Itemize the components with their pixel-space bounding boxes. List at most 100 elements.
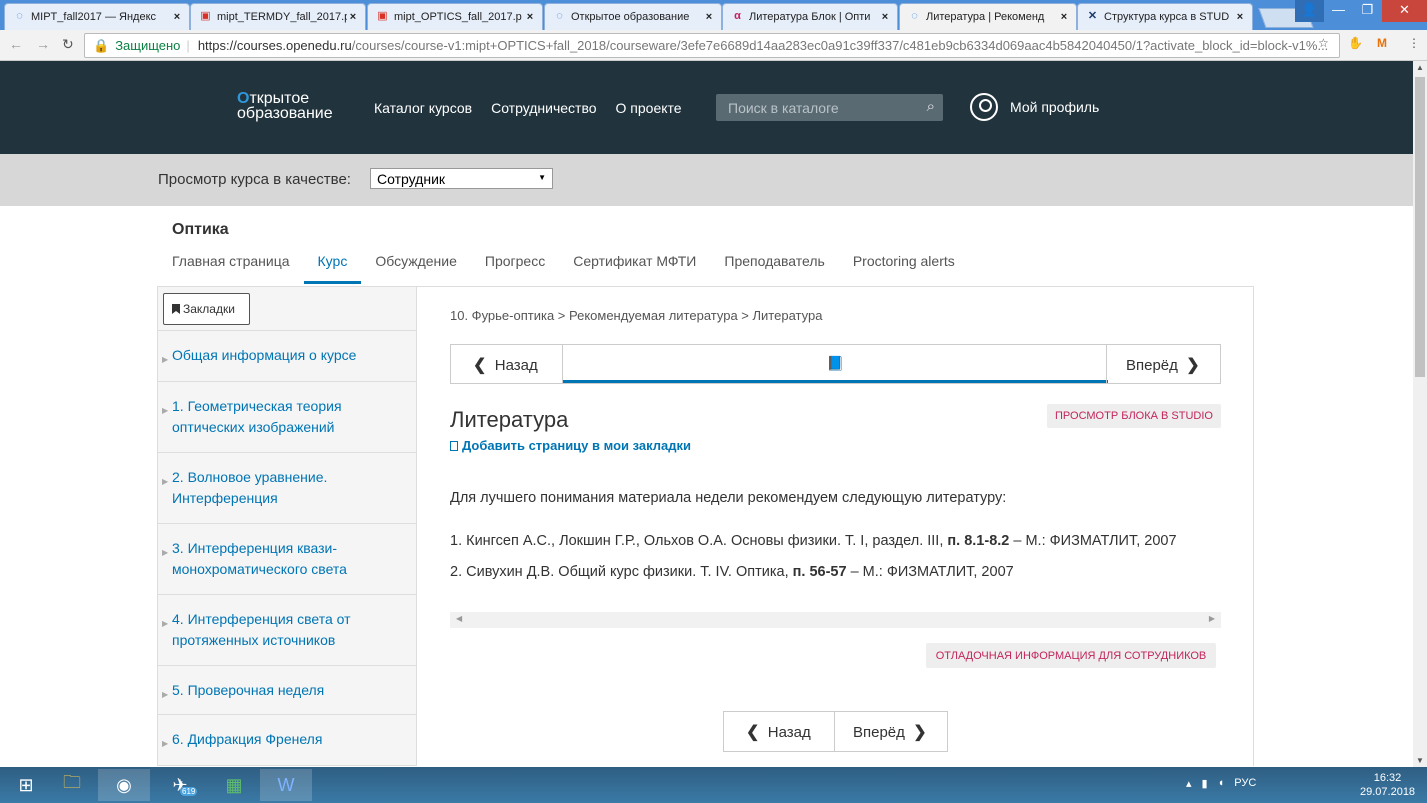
menu-icon[interactable]: ⋮ xyxy=(1408,36,1420,50)
bookmarks-button[interactable]: Закладки xyxy=(163,293,250,325)
tab-certificate[interactable]: Сертификат МФТИ xyxy=(573,253,696,284)
maximize-button[interactable]: ❐ xyxy=(1353,0,1382,22)
tab-home[interactable]: Главная страница xyxy=(172,253,290,284)
nav-cooperation[interactable]: Сотрудничество xyxy=(491,100,596,116)
tab-proctoring[interactable]: Proctoring alerts xyxy=(853,253,955,284)
url-host: https://courses.openedu.ru xyxy=(197,38,352,53)
window-controls: 👤 — ❐ ✕ xyxy=(1295,0,1427,22)
nav-catalog[interactable]: Каталог курсов xyxy=(374,100,472,116)
tab-discussion[interactable]: Обсуждение xyxy=(375,253,457,284)
sequence-unit-tab[interactable]: 📘 xyxy=(563,345,1108,383)
search-input[interactable]: Поиск в каталоге ⌕ xyxy=(716,94,943,121)
browser-tab[interactable]: ✕ Структура курса в STUD × xyxy=(1077,3,1253,30)
chevron-right-icon: ❯ xyxy=(1186,357,1200,374)
scroll-right-icon[interactable]: ▶ xyxy=(1209,614,1215,623)
scroll-left-icon[interactable]: ◀ xyxy=(456,614,462,623)
bottom-next-button[interactable]: Вперёд ❯ xyxy=(835,712,947,751)
add-bookmark-link[interactable]: Добавить страницу в мои закладки xyxy=(450,438,691,453)
page-scrollbar[interactable]: ▲ ▼ xyxy=(1413,61,1427,767)
bottom-prev-button[interactable]: ❮ Назад xyxy=(724,712,835,751)
chevron-right-icon: ❯ xyxy=(913,724,927,741)
star-icon[interactable]: ☆ xyxy=(1318,36,1329,50)
chrome-icon[interactable]: ◉ xyxy=(98,769,150,801)
close-icon[interactable]: × xyxy=(1234,11,1246,23)
chevron-down-icon: ▼ xyxy=(538,173,546,182)
caret-right-icon: ▶ xyxy=(162,690,169,699)
minimize-button[interactable]: — xyxy=(1324,0,1353,22)
avatar-icon xyxy=(970,93,998,121)
course-sidebar: Закладки ▶ Общая информация о курсе ▶ 1.… xyxy=(157,286,417,766)
tab-instructor[interactable]: Преподаватель xyxy=(724,253,824,284)
chevron-left-icon: ❮ xyxy=(473,357,487,374)
tab-progress[interactable]: Прогресс xyxy=(485,253,545,284)
browser-tab[interactable]: ▣ mipt_OPTICS_fall_2017.p × xyxy=(367,3,543,30)
site-nav: Каталог курсов Сотрудничество О проекте xyxy=(374,100,682,116)
prev-button[interactable]: ❮ Назад xyxy=(451,345,563,383)
sidebar-chapter[interactable]: ▶ 1. Геометрическая теория оптических из… xyxy=(158,381,416,452)
close-icon[interactable]: × xyxy=(703,11,715,23)
address-bar-row: ← → ↻ 🔒 Защищено | https://courses.opene… xyxy=(0,30,1427,61)
excel-icon[interactable]: ▦ xyxy=(208,769,260,801)
sidebar-chapter[interactable]: ▶ 4. Интерференция света от протяженных … xyxy=(158,594,416,665)
lock-icon: 🔒 xyxy=(93,37,110,53)
windows-start-icon[interactable]: ⊞ xyxy=(0,769,52,801)
forward-arrow-icon[interactable]: → xyxy=(36,36,50,52)
view-in-studio-button[interactable]: ПРОСМОТР БЛОКА В STUDIO xyxy=(1047,404,1221,428)
sidebar-chapter[interactable]: ▶ 6. Дифракция Френеля xyxy=(158,714,416,765)
caret-right-icon: ▶ xyxy=(162,406,169,415)
studio-x-icon: ✕ xyxy=(1087,10,1098,22)
browser-tab[interactable]: ◌ Открытое образование × xyxy=(544,3,722,30)
horizontal-scrollbar[interactable]: ◀ ▶ xyxy=(450,612,1221,628)
staff-debug-button[interactable]: ОТЛАДОЧНАЯ ИНФОРМАЦИЯ ДЛЯ СОТРУДНИКОВ xyxy=(926,643,1216,668)
tab-course[interactable]: Курс xyxy=(303,253,362,284)
course-content: 10. Фурье-оптика > Рекомендуемая литерат… xyxy=(417,286,1254,766)
browser-tab[interactable]: ◌ MIPT_fall2017 — Яндекс × xyxy=(4,3,190,30)
caret-right-icon: ▶ xyxy=(162,355,169,364)
sidebar-chapter[interactable]: ▶ Общая информация о курсе xyxy=(158,330,416,381)
extension-m-icon[interactable]: M xyxy=(1377,36,1387,50)
close-icon[interactable]: × xyxy=(171,11,183,23)
close-icon[interactable]: × xyxy=(879,11,891,23)
system-tray: ▴ ▮ ◖ РУС xyxy=(1186,777,1256,790)
browser-tab[interactable]: α Литература Блок | Опти × xyxy=(722,3,898,30)
clock[interactable]: 16:32 29.07.2018 xyxy=(1360,771,1415,799)
word-icon[interactable]: W xyxy=(260,769,312,801)
sidebar-chapter[interactable]: ▶ 5. Проверочная неделя xyxy=(158,665,416,714)
literature-item: 1. Кингсеп А.С., Локшин Г.Р., Ольхов О.А… xyxy=(450,533,1177,549)
url-input[interactable]: 🔒 Защищено | https://courses.openedu.ru … xyxy=(84,33,1340,58)
scroll-down-icon[interactable]: ▼ xyxy=(1416,756,1424,765)
preview-role-select[interactable]: Сотрудник ▼ xyxy=(370,168,553,189)
language-indicator[interactable]: РУС xyxy=(1234,777,1256,790)
loading-icon: ◌ xyxy=(911,10,918,22)
close-icon[interactable]: × xyxy=(524,11,536,23)
close-icon[interactable]: × xyxy=(347,11,359,23)
scroll-up-icon[interactable]: ▲ xyxy=(1416,63,1424,72)
close-icon[interactable]: × xyxy=(1058,11,1070,23)
search-icon[interactable]: ⌕ xyxy=(927,98,935,115)
profile-link[interactable]: Мой профиль xyxy=(970,93,1099,121)
sidebar-chapter[interactable]: ▶ 3. Интерференция квази-монохроматическ… xyxy=(158,523,416,594)
scrollbar-thumb[interactable] xyxy=(1415,77,1425,377)
reload-icon[interactable]: ↻ xyxy=(62,36,74,53)
user-icon[interactable]: 👤 xyxy=(1295,0,1324,22)
file-explorer-icon[interactable]: 🗀 xyxy=(46,769,98,801)
sidebar-chapter[interactable]: ▶ 2. Волновое уравнение. Интерференция xyxy=(158,452,416,523)
caret-right-icon: ▶ xyxy=(162,619,169,628)
chevron-left-icon: ❮ xyxy=(746,724,760,741)
telegram-icon[interactable]: ✈ 619 xyxy=(154,769,206,801)
caret-right-icon: ▶ xyxy=(162,739,169,748)
next-button[interactable]: Вперёд ❯ xyxy=(1106,345,1220,383)
browser-tab-active[interactable]: ◌ Литература | Рекоменд × xyxy=(899,3,1077,30)
window-close-button[interactable]: ✕ xyxy=(1382,0,1427,22)
extension-icon[interactable]: ✋ xyxy=(1348,36,1363,50)
site-logo[interactable]: Oткрытое образование xyxy=(237,91,333,122)
volume-icon[interactable]: ◖ xyxy=(1218,777,1225,790)
telegram-badge: 619 xyxy=(180,787,198,796)
browser-tab[interactable]: ▣ mipt_TERMDY_fall_2017.p × xyxy=(190,3,366,30)
network-icon[interactable]: ▮ xyxy=(1202,777,1208,790)
tray-expand-icon[interactable]: ▴ xyxy=(1186,777,1192,790)
unit-title: Литература xyxy=(450,407,569,432)
nav-about[interactable]: О проекте xyxy=(616,100,682,116)
back-arrow-icon[interactable]: ← xyxy=(9,36,23,52)
caret-right-icon: ▶ xyxy=(162,548,169,557)
